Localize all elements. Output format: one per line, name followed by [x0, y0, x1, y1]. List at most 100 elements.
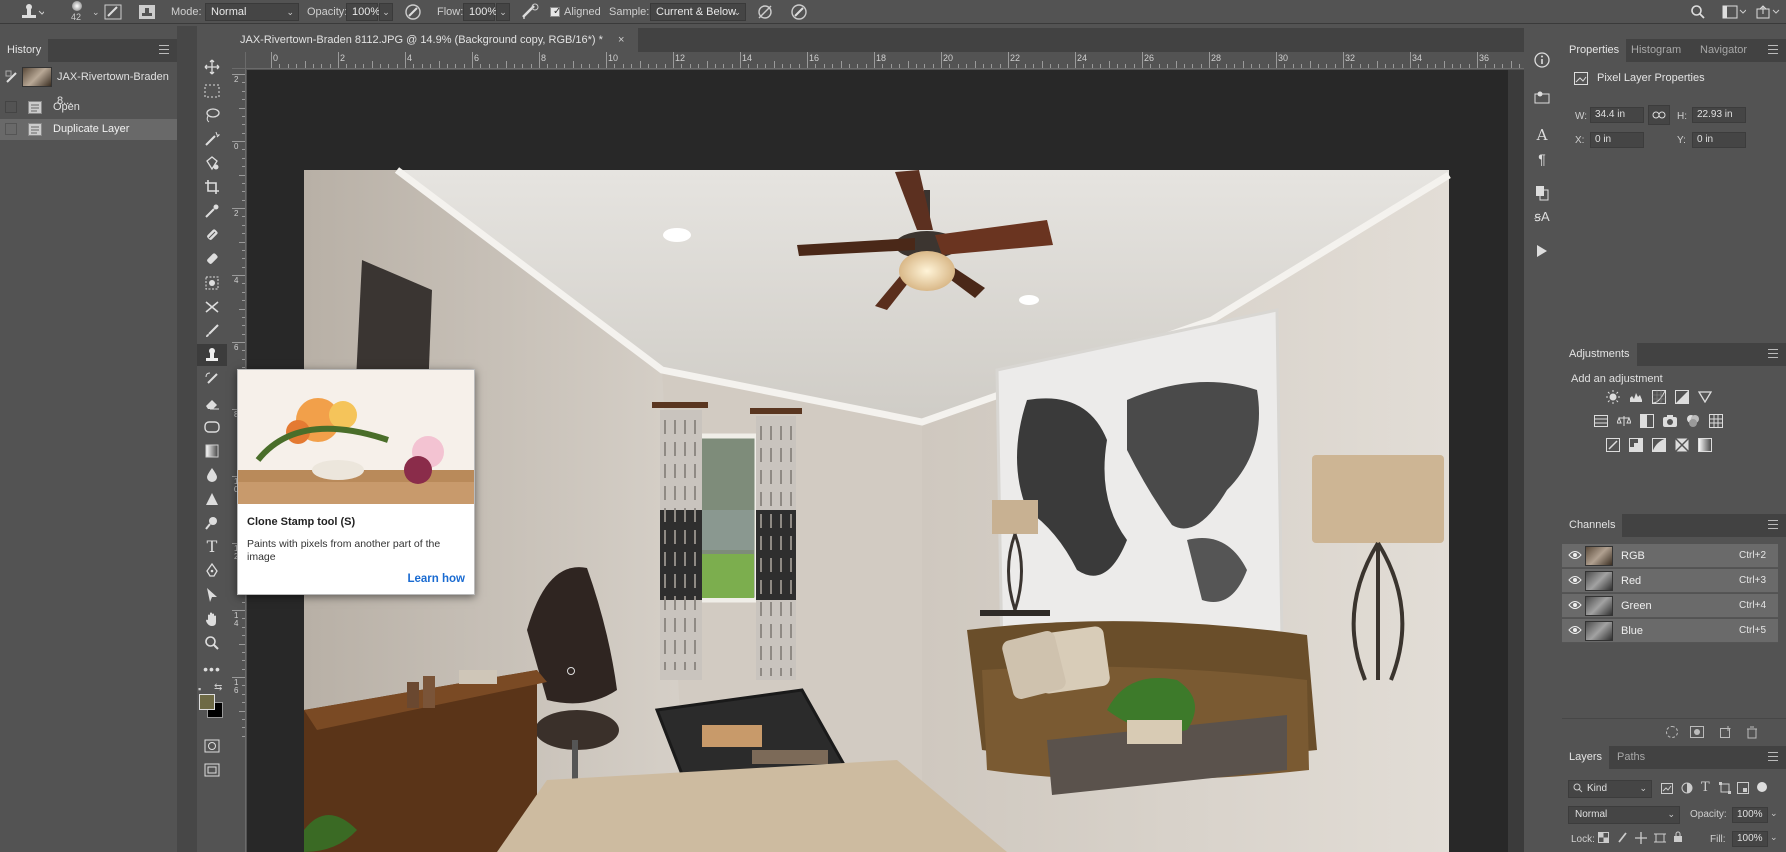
- history-item-open[interactable]: Open: [0, 97, 177, 118]
- sample-dropdown[interactable]: Current & Below ⌄: [650, 3, 746, 21]
- quick-mask-icon[interactable]: [197, 735, 227, 757]
- spot-healing-brush-tool[interactable]: [197, 224, 227, 246]
- hue-saturation-icon[interactable]: [1593, 413, 1609, 429]
- height-input[interactable]: 22.93 in: [1692, 107, 1746, 123]
- blend-mode-dropdown[interactable]: Normal ⌄: [1568, 806, 1680, 824]
- path-selection-tool[interactable]: [197, 584, 227, 606]
- zoom-tool[interactable]: [197, 632, 227, 654]
- channel-row-green[interactable]: Green Ctrl+4: [1562, 594, 1778, 618]
- share-icon[interactable]: [1756, 0, 1782, 24]
- tab-adjustments[interactable]: Adjustments: [1562, 343, 1637, 366]
- x-input[interactable]: 0 in: [1590, 132, 1644, 148]
- close-icon[interactable]: ×: [618, 34, 624, 46]
- visibility-eye-icon[interactable]: [1568, 600, 1582, 610]
- history-brush-box[interactable]: [5, 101, 17, 113]
- vertical-scrollbar[interactable]: [1508, 70, 1524, 852]
- delete-channel-icon[interactable]: [1746, 726, 1758, 739]
- history-item-duplicate-layer[interactable]: Duplicate Layer: [0, 119, 177, 140]
- color-balance-icon[interactable]: [1616, 413, 1632, 429]
- content-aware-move-tool[interactable]: [197, 296, 227, 318]
- frame-tool[interactable]: [197, 416, 227, 438]
- tab-history[interactable]: History: [0, 39, 49, 62]
- filter-adjustment-icon[interactable]: [1681, 782, 1693, 794]
- brush-tool[interactable]: [197, 320, 227, 342]
- quick-selection-tool[interactable]: [197, 128, 227, 150]
- mode-dropdown[interactable]: Normal ⌄: [205, 3, 299, 21]
- invert-icon[interactable]: [1605, 437, 1621, 453]
- flow-slider-button[interactable]: ⌄: [496, 3, 510, 21]
- eraser-tool[interactable]: [197, 392, 227, 414]
- vibrance-icon[interactable]: [1697, 389, 1713, 405]
- paragraph-icon[interactable]: ¶: [1533, 150, 1551, 168]
- clone-stamp-tool[interactable]: [197, 344, 227, 366]
- filter-toggle-icon[interactable]: [1757, 782, 1767, 792]
- tab-paths[interactable]: Paths: [1610, 746, 1652, 769]
- y-input[interactable]: 0 in: [1692, 132, 1746, 148]
- info-icon[interactable]: [1533, 51, 1551, 69]
- play-actions-icon[interactable]: [1533, 242, 1551, 260]
- opacity-input[interactable]: 100%: [346, 3, 380, 21]
- document-tab[interactable]: JAX-Rivertown-Braden 8112.JPG @ 14.9% (B…: [232, 28, 639, 52]
- pressure-size-icon[interactable]: [790, 0, 808, 24]
- gradient-map-icon[interactable]: [1697, 437, 1713, 453]
- aligned-checkbox[interactable]: ✓ Aligned: [550, 0, 601, 24]
- brush-preset-picker[interactable]: 42 ⌄: [64, 0, 100, 24]
- visibility-eye-icon[interactable]: [1568, 575, 1582, 585]
- exposure-icon[interactable]: [1674, 389, 1690, 405]
- curves-icon[interactable]: [1651, 389, 1667, 405]
- tab-channels[interactable]: Channels: [1562, 514, 1623, 537]
- sharpen-tool[interactable]: [197, 488, 227, 510]
- panel-menu-icon[interactable]: [1768, 45, 1778, 54]
- lock-all-icon[interactable]: [1673, 831, 1683, 843]
- pen-tool[interactable]: [197, 560, 227, 582]
- fill-input[interactable]: 100%: [1732, 831, 1768, 847]
- tab-navigator[interactable]: Navigator: [1693, 39, 1754, 62]
- posterize-icon[interactable]: [1628, 437, 1644, 453]
- default-colors-icon[interactable]: ▪: [198, 684, 201, 694]
- levels-icon[interactable]: [1628, 389, 1644, 405]
- threshold-icon[interactable]: [1651, 437, 1667, 453]
- lasso-tool[interactable]: [197, 104, 227, 126]
- layer-filter-kind-dropdown[interactable]: Kind ⌄: [1568, 780, 1652, 798]
- clone-source-icon[interactable]: [138, 0, 156, 24]
- tab-properties[interactable]: Properties: [1562, 39, 1627, 62]
- color-lookup-icon[interactable]: [1708, 413, 1724, 429]
- dodge-tool[interactable]: [197, 512, 227, 534]
- photo-filter-icon[interactable]: [1662, 413, 1678, 429]
- lock-image-icon[interactable]: [1617, 832, 1628, 843]
- libraries-icon[interactable]: [1533, 88, 1551, 106]
- ignore-adjustment-layers-icon[interactable]: [756, 0, 774, 24]
- history-snapshot[interactable]: JAX-Rivertown-Braden 8...: [0, 65, 177, 107]
- visibility-eye-icon[interactable]: [1568, 550, 1582, 560]
- channel-row-rgb[interactable]: RGB Ctrl+2: [1562, 544, 1778, 568]
- foreground-color-swatch[interactable]: [199, 694, 215, 710]
- width-input[interactable]: 34.4 in: [1590, 107, 1644, 123]
- type-tool[interactable]: T: [197, 536, 227, 558]
- move-tool[interactable]: [197, 56, 227, 78]
- channel-row-blue[interactable]: Blue Ctrl+5: [1562, 619, 1778, 643]
- chevron-down-icon[interactable]: ⌄: [1770, 832, 1778, 843]
- filter-pixel-icon[interactable]: [1661, 783, 1673, 794]
- history-brush-tool[interactable]: [197, 368, 227, 390]
- new-channel-icon[interactable]: [1720, 726, 1732, 738]
- black-white-icon[interactable]: [1639, 413, 1655, 429]
- panel-menu-icon[interactable]: [159, 45, 169, 54]
- link-icon[interactable]: [1648, 105, 1670, 125]
- channel-mixer-icon[interactable]: [1685, 413, 1701, 429]
- glyphs-icon[interactable]: ꞩA: [1533, 208, 1551, 226]
- channel-row-red[interactable]: Red Ctrl+3: [1562, 569, 1778, 593]
- workspace-icon[interactable]: [1722, 0, 1746, 24]
- filter-smart-object-icon[interactable]: [1737, 782, 1749, 794]
- history-brush-box[interactable]: [5, 123, 17, 135]
- eyedropper-tool[interactable]: [197, 200, 227, 222]
- hand-tool[interactable]: [197, 608, 227, 630]
- swap-colors-icon[interactable]: ⇆: [214, 682, 222, 693]
- clone-stamp-tool-preset-icon[interactable]: [18, 0, 44, 24]
- visibility-eye-icon[interactable]: [1568, 625, 1582, 635]
- panel-menu-icon[interactable]: [1768, 349, 1778, 358]
- chevron-down-icon[interactable]: ⌄: [1770, 808, 1778, 819]
- gradient-tool[interactable]: [197, 440, 227, 462]
- lock-position-icon[interactable]: [1635, 832, 1647, 844]
- brush-settings-icon[interactable]: [104, 0, 122, 24]
- healing-brush-tool[interactable]: [197, 248, 227, 270]
